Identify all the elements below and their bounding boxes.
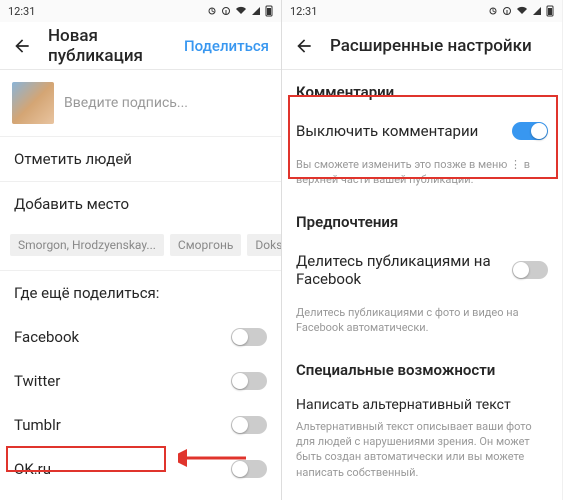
chip[interactable]: Smorgon, Hrodzyenskay... bbox=[10, 234, 164, 256]
location-chips: Smorgon, Hrodzyenskay... Сморгонь Dokshi… bbox=[0, 226, 281, 271]
status-icons bbox=[207, 5, 273, 17]
header: Расширенные настройки bbox=[282, 22, 562, 70]
status-bar: 12:31 bbox=[0, 0, 281, 22]
add-location-row[interactable]: Добавить место bbox=[0, 182, 281, 226]
back-icon[interactable] bbox=[294, 36, 314, 56]
turn-off-desc: Вы сможете изменить это позже в меню ⋮ в… bbox=[282, 153, 562, 200]
share-tumblr: Tumblr bbox=[0, 403, 281, 447]
status-icons bbox=[488, 5, 554, 17]
chip[interactable]: Сморгонь bbox=[170, 234, 242, 256]
chip[interactable]: Dokshitsy, Vitsyeb... bbox=[247, 234, 281, 256]
header: Новая публикация Поделиться bbox=[0, 22, 281, 70]
caption-input[interactable]: Введите подпись... bbox=[64, 95, 188, 111]
arrow-icon bbox=[178, 448, 248, 468]
turn-off-comments-toggle[interactable] bbox=[512, 122, 548, 140]
accessibility-section: Специальные возможности bbox=[282, 348, 562, 387]
fb-share-desc: Делитесь публикациями с фото и видео на … bbox=[282, 301, 562, 348]
caption-row: Введите подпись... bbox=[0, 70, 281, 137]
twitter-toggle[interactable] bbox=[231, 372, 267, 390]
share-also-label: Где ещё поделиться: bbox=[0, 271, 281, 315]
facebook-toggle[interactable] bbox=[231, 328, 267, 346]
status-time: 12:31 bbox=[8, 5, 35, 18]
tag-people-row[interactable]: Отметить людей bbox=[0, 137, 281, 182]
fb-share-toggle[interactable] bbox=[512, 261, 548, 279]
photo-thumbnail[interactable] bbox=[12, 82, 54, 124]
back-icon[interactable] bbox=[12, 36, 32, 56]
fb-share-row: Делитесь публикациями на Facebook bbox=[282, 239, 562, 301]
comments-section: Комментарии bbox=[282, 70, 562, 109]
share-button[interactable]: Поделиться bbox=[184, 37, 269, 55]
share-facebook: Facebook bbox=[0, 315, 281, 359]
turn-off-comments-row: Выключить комментарии bbox=[282, 109, 562, 153]
status-bar: 12:31 bbox=[282, 0, 562, 22]
prefs-section: Предпочтения bbox=[282, 200, 562, 239]
alt-text-desc: Альтернативный текст описывает ваши фото… bbox=[282, 415, 562, 493]
page-title: Новая публикация bbox=[48, 26, 168, 66]
tumblr-toggle[interactable] bbox=[231, 416, 267, 434]
advanced-settings-link[interactable]: Расширенные настройки bbox=[0, 491, 281, 500]
share-twitter: Twitter bbox=[0, 359, 281, 403]
alt-text-row[interactable]: Написать альтернативный текст bbox=[282, 387, 562, 415]
brand-section: Брендированный контент bbox=[282, 492, 562, 500]
status-time: 12:31 bbox=[290, 5, 317, 18]
page-title: Расширенные настройки bbox=[330, 36, 550, 56]
